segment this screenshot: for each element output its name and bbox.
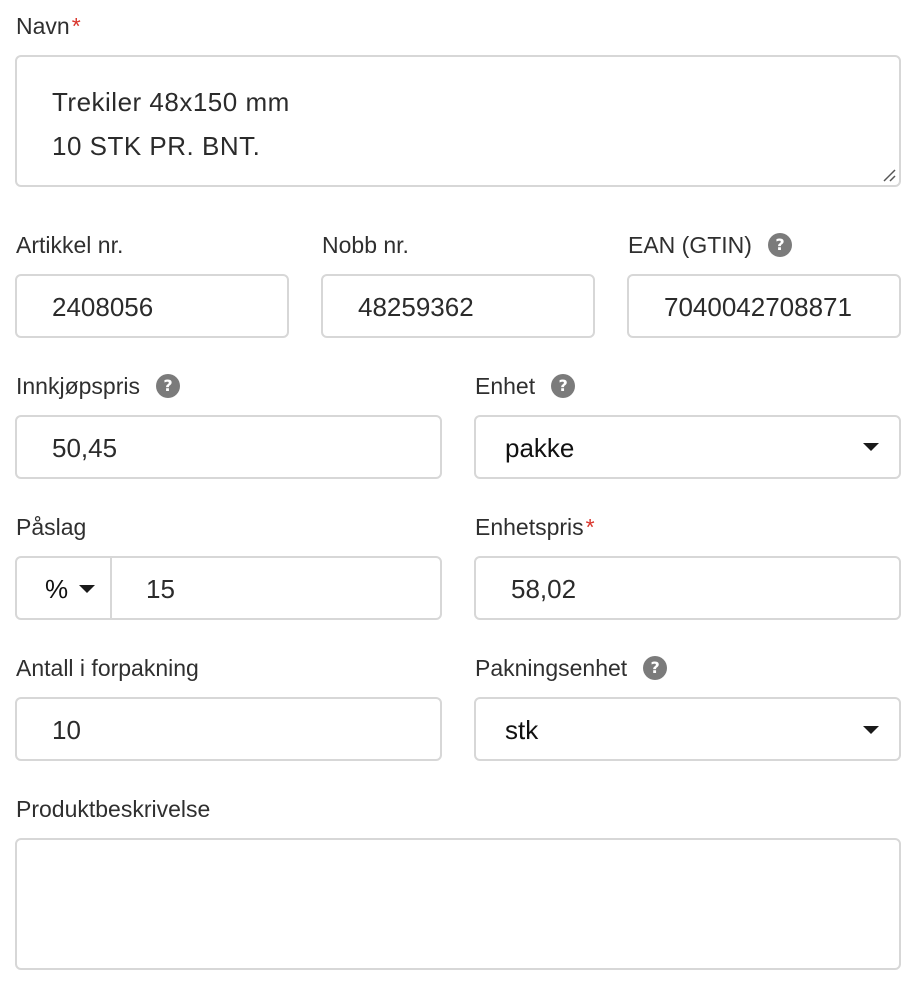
chevron-down-icon xyxy=(79,585,95,593)
purchase-price-input[interactable]: 50,45 xyxy=(15,415,442,479)
unit-price-value: 58,02 xyxy=(511,574,577,604)
article-nr-label: Artikkel nr. xyxy=(16,231,123,259)
markup-type-select[interactable]: % xyxy=(17,558,112,618)
description-label-text: Produktbeskrivelse xyxy=(16,796,211,822)
nobb-nr-label-text: Nobb nr. xyxy=(322,232,409,258)
nobb-nr-input[interactable]: 48259362 xyxy=(321,274,595,338)
ean-label-text: EAN (GTIN) xyxy=(628,232,752,258)
markup-value-input[interactable]: 15 xyxy=(112,558,440,618)
markup-type-value: % xyxy=(45,574,69,604)
chevron-down-icon xyxy=(863,443,879,451)
unit-selected-value: pakke xyxy=(505,433,575,463)
ean-input[interactable]: 7040042708871 xyxy=(627,274,901,338)
markup-label-text: Påslag xyxy=(16,514,87,540)
unit-select[interactable]: pakke xyxy=(474,415,901,479)
package-qty-label-text: Antall i forpakning xyxy=(16,655,199,681)
purchase-price-value: 50,45 xyxy=(52,433,118,463)
ean-label: EAN (GTIN) ? xyxy=(628,231,792,259)
resize-handle-icon[interactable] xyxy=(881,167,897,183)
name-textarea[interactable]: Trekiler 48x150 mm 10 STK PR. BNT. xyxy=(15,55,901,187)
unit-label-text: Enhet xyxy=(475,373,536,399)
package-qty-input[interactable]: 10 xyxy=(15,697,442,761)
required-marker: * xyxy=(585,514,595,540)
chevron-down-icon xyxy=(863,726,879,734)
package-qty-label: Antall i forpakning xyxy=(16,654,199,682)
article-nr-value: 2408056 xyxy=(52,292,154,322)
unit-price-label: Enhetspris * xyxy=(475,513,595,541)
article-nr-input[interactable]: 2408056 xyxy=(15,274,289,338)
package-unit-selected-value: stk xyxy=(505,715,539,745)
help-icon[interactable]: ? xyxy=(155,374,180,398)
purchase-price-label-text: Innkjøpspris xyxy=(16,373,140,399)
description-textarea[interactable] xyxy=(15,838,901,970)
description-label: Produktbeskrivelse xyxy=(16,795,210,823)
package-qty-value: 10 xyxy=(52,715,81,745)
name-line-2: 10 STK PR. BNT. xyxy=(52,131,261,161)
help-icon[interactable]: ? xyxy=(643,656,668,680)
ean-value: 7040042708871 xyxy=(664,292,852,322)
package-unit-label-text: Pakningsenhet xyxy=(475,655,628,681)
package-unit-label: Pakningsenhet ? xyxy=(475,654,668,682)
unit-price-label-text: Enhetspris xyxy=(475,514,584,540)
name-line-1: Trekiler 48x150 mm xyxy=(52,87,290,117)
help-icon[interactable]: ? xyxy=(551,374,576,398)
article-nr-label-text: Artikkel nr. xyxy=(16,232,124,258)
nobb-nr-value: 48259362 xyxy=(358,292,474,322)
markup-group: % 15 xyxy=(15,556,442,620)
package-unit-select[interactable]: stk xyxy=(474,697,901,761)
nobb-nr-label: Nobb nr. xyxy=(322,231,409,259)
markup-label: Påslag xyxy=(16,513,86,541)
purchase-price-label: Innkjøpspris ? xyxy=(16,372,180,400)
markup-value: 15 xyxy=(146,574,175,604)
name-label: Navn * xyxy=(16,12,81,40)
name-label-text: Navn xyxy=(16,13,70,39)
required-marker: * xyxy=(71,13,81,39)
unit-price-input[interactable]: 58,02 xyxy=(474,556,901,620)
help-icon[interactable]: ? xyxy=(767,233,792,257)
unit-label: Enhet ? xyxy=(475,372,576,400)
